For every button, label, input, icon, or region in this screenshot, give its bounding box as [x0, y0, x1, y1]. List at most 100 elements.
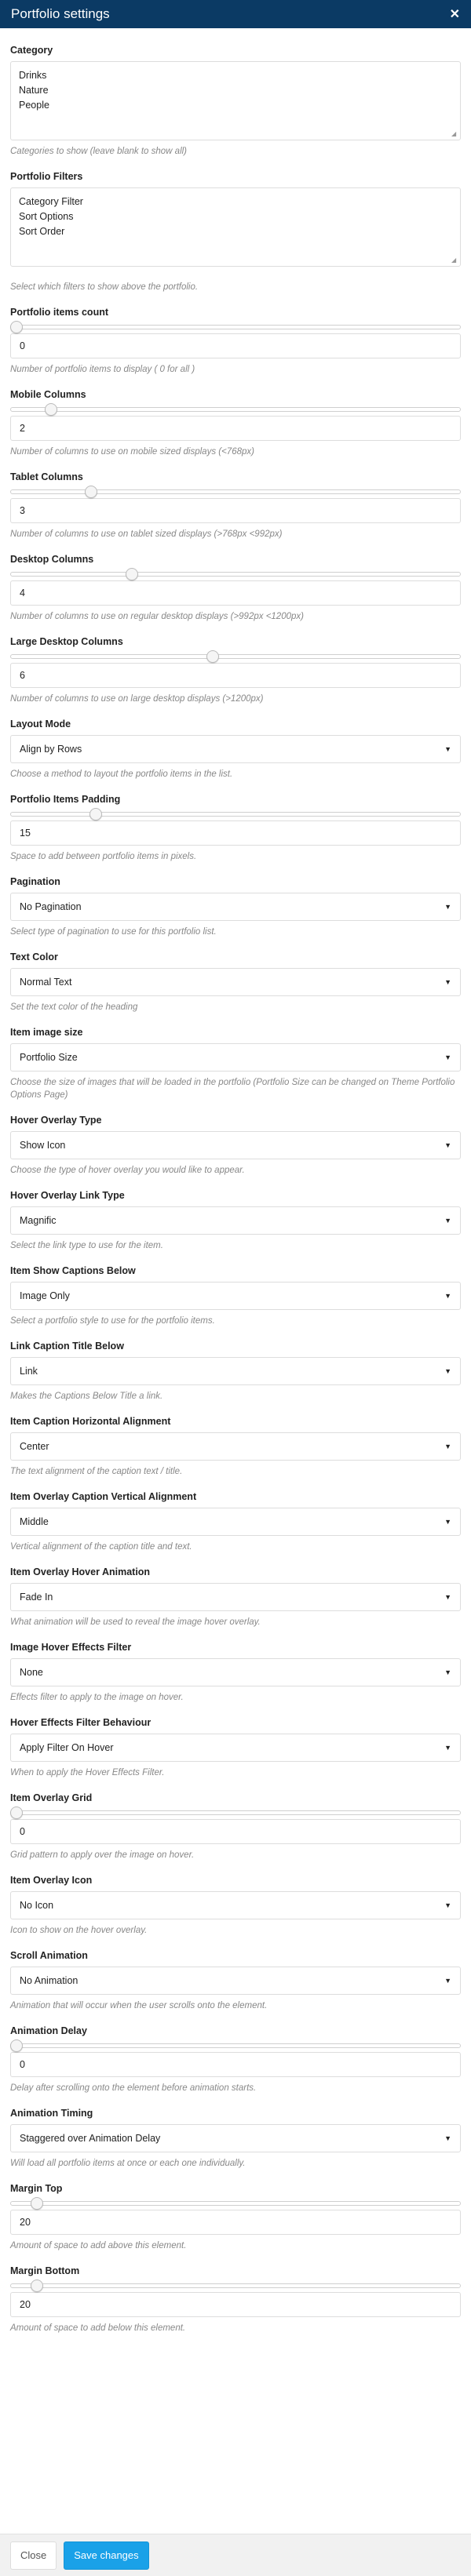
slider-handle[interactable]	[44, 403, 57, 416]
field-help: Amount of space to add below this elemen…	[10, 2323, 186, 2333]
caption-v-align-select[interactable]: Middle ▼	[10, 1508, 461, 1536]
resize-handle-icon[interactable]: ◢	[451, 131, 458, 137]
animation-delay-slider[interactable]	[10, 2039, 461, 2052]
overlay-grid-input[interactable]: 0	[10, 1819, 461, 1844]
slider-handle[interactable]	[31, 2279, 44, 2292]
chevron-down-icon[interactable]: ▼	[444, 978, 451, 986]
items-count-input[interactable]: 0	[10, 333, 461, 358]
chevron-down-icon[interactable]: ▼	[444, 1367, 451, 1375]
chevron-down-icon[interactable]: ▼	[444, 1141, 451, 1149]
slider-handle[interactable]	[89, 808, 103, 820]
hover-link-type-field: Hover Overlay Link Type Magnific ▼ Selec…	[10, 1189, 461, 1252]
items-padding-slider[interactable]	[10, 808, 461, 820]
image-size-select[interactable]: Portfolio Size ▼	[10, 1043, 461, 1072]
overlay-grid-slider[interactable]	[10, 1806, 461, 1819]
items-padding-field: Portfolio Items Padding 15 Space to add …	[10, 793, 461, 863]
caption-title-below-select[interactable]: Link ▼	[10, 1357, 461, 1385]
chevron-down-icon[interactable]: ▼	[444, 1443, 451, 1450]
close-icon[interactable]: ✕	[450, 6, 460, 22]
animation-delay-input[interactable]: 0	[10, 2052, 461, 2077]
filters-list[interactable]: Category Filter Sort Options Sort Order …	[10, 187, 461, 267]
large-desktop-columns-input[interactable]: 6	[10, 663, 461, 688]
hover-link-type-select[interactable]: Magnific ▼	[10, 1206, 461, 1235]
margin-top-input[interactable]: 20	[10, 2210, 461, 2235]
captions-below-field: Item Show Captions Below Image Only ▼ Se…	[10, 1264, 461, 1327]
chevron-down-icon[interactable]: ▼	[444, 1053, 451, 1061]
slider-handle[interactable]	[10, 321, 23, 333]
hover-overlay-type-select[interactable]: Show Icon ▼	[10, 1131, 461, 1159]
slider-track[interactable]	[10, 572, 461, 577]
slider-track[interactable]	[10, 2201, 461, 2206]
chevron-down-icon[interactable]: ▼	[444, 1593, 451, 1601]
resize-handle-icon[interactable]: ◢	[451, 257, 458, 264]
pagination-field: Pagination No Pagination ▼ Select type o…	[10, 875, 461, 938]
chevron-down-icon[interactable]: ▼	[444, 1744, 451, 1752]
caption-h-align-select[interactable]: Center ▼	[10, 1432, 461, 1461]
margin-bottom-input[interactable]: 20	[10, 2292, 461, 2317]
select-value: Magnific	[20, 1215, 57, 1226]
field-label: Tablet Columns	[10, 471, 83, 482]
list-item[interactable]: People	[19, 98, 452, 113]
settings-form: Category Drinks Nature People ◢ Categori…	[0, 28, 471, 2334]
desktop-columns-input[interactable]: 4	[10, 580, 461, 606]
layout-mode-select[interactable]: Align by Rows ▼	[10, 735, 461, 763]
chevron-down-icon[interactable]: ▼	[444, 1292, 451, 1300]
hover-effects-filter-select[interactable]: None ▼	[10, 1658, 461, 1686]
list-item[interactable]: Nature	[19, 83, 452, 98]
slider-track[interactable]	[10, 2283, 461, 2288]
items-count-slider[interactable]	[10, 321, 461, 333]
slider-handle[interactable]	[31, 2197, 44, 2210]
slider-handle[interactable]	[206, 650, 220, 663]
list-item[interactable]: Sort Options	[19, 209, 452, 224]
captions-below-select[interactable]: Image Only ▼	[10, 1282, 461, 1310]
field-label: Text Color	[10, 951, 58, 962]
slider-track[interactable]	[10, 2043, 461, 2048]
list-item[interactable]: Drinks	[19, 68, 452, 83]
slider-handle[interactable]	[10, 1806, 23, 1819]
category-list[interactable]: Drinks Nature People ◢	[10, 61, 461, 140]
overlay-icon-select[interactable]: No Icon ▼	[10, 1891, 461, 1919]
field-label: Image Hover Effects Filter	[10, 1642, 132, 1653]
hover-animation-select[interactable]: Fade In ▼	[10, 1583, 461, 1611]
slider-track[interactable]	[10, 407, 461, 412]
slider-track[interactable]	[10, 1810, 461, 1815]
chevron-down-icon[interactable]: ▼	[444, 745, 451, 753]
items-padding-input[interactable]: 15	[10, 820, 461, 846]
layout-mode-field: Layout Mode Align by Rows ▼ Choose a met…	[10, 718, 461, 780]
field-help: Makes the Captions Below Title a link.	[10, 1392, 163, 1401]
slider-handle[interactable]	[125, 568, 138, 580]
chevron-down-icon[interactable]: ▼	[444, 1518, 451, 1526]
filters-field: Portfolio Filters Category Filter Sort O…	[10, 170, 461, 293]
margin-bottom-slider[interactable]	[10, 2279, 461, 2292]
chevron-down-icon[interactable]: ▼	[444, 903, 451, 911]
large-desktop-columns-slider[interactable]	[10, 650, 461, 663]
slider-track[interactable]	[10, 812, 461, 817]
pagination-select[interactable]: No Pagination ▼	[10, 893, 461, 921]
slider-track[interactable]	[10, 489, 461, 494]
field-label: Animation Delay	[10, 2025, 87, 2036]
animation-timing-select[interactable]: Staggered over Animation Delay ▼	[10, 2124, 461, 2152]
slider-handle[interactable]	[10, 2039, 23, 2052]
chevron-down-icon[interactable]: ▼	[444, 1668, 451, 1676]
slider-track[interactable]	[10, 654, 461, 659]
mobile-columns-input[interactable]: 2	[10, 416, 461, 441]
margin-top-slider[interactable]	[10, 2197, 461, 2210]
close-button[interactable]: Close	[10, 2541, 57, 2570]
filter-behaviour-select[interactable]: Apply Filter On Hover ▼	[10, 1734, 461, 1762]
chevron-down-icon[interactable]: ▼	[444, 2134, 451, 2142]
save-changes-button[interactable]: Save changes	[64, 2541, 149, 2570]
chevron-down-icon[interactable]: ▼	[444, 1217, 451, 1224]
chevron-down-icon[interactable]: ▼	[444, 1901, 451, 1909]
chevron-down-icon[interactable]: ▼	[444, 1977, 451, 1985]
mobile-columns-slider[interactable]	[10, 403, 461, 416]
tablet-columns-input[interactable]: 3	[10, 498, 461, 523]
desktop-columns-slider[interactable]	[10, 568, 461, 580]
list-item[interactable]: Sort Order	[19, 224, 452, 239]
tablet-columns-slider[interactable]	[10, 486, 461, 498]
scroll-animation-select[interactable]: No Animation ▼	[10, 1967, 461, 1995]
slider-track[interactable]	[10, 325, 461, 329]
list-item[interactable]: Category Filter	[19, 195, 452, 209]
slider-handle[interactable]	[85, 486, 98, 498]
hover-overlay-type-field: Hover Overlay Type Show Icon ▼ Choose th…	[10, 1114, 461, 1177]
text-color-select[interactable]: Normal Text ▼	[10, 968, 461, 996]
